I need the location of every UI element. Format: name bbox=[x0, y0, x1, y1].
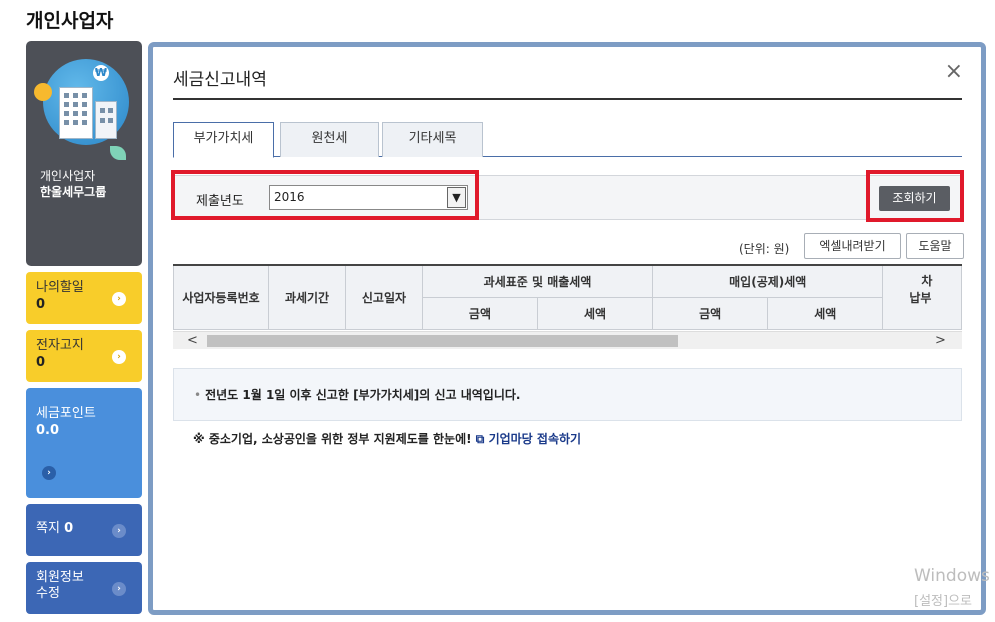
filter-bar: 제출년도 2016 ▼ 조회하기 bbox=[171, 170, 964, 222]
tab-vat[interactable]: 부가가치세 bbox=[173, 122, 274, 158]
header-sales-tax: 과세표준 및 매출세액 bbox=[421, 264, 654, 298]
header-payable-line2: 납부 bbox=[909, 291, 932, 305]
close-icon[interactable]: × bbox=[945, 61, 963, 83]
page-title: 개인사업자 bbox=[26, 10, 114, 32]
chevron-right-icon: › bbox=[42, 466, 56, 480]
help-button[interactable]: 도움말 bbox=[906, 233, 964, 259]
title-divider bbox=[173, 98, 962, 100]
tab-withholding[interactable]: 원천세 bbox=[280, 122, 379, 157]
profile-type: 개인사업자 bbox=[40, 169, 96, 183]
leaf-icon bbox=[110, 146, 126, 160]
subheader-amount: 금액 bbox=[652, 296, 769, 330]
flower-icon bbox=[34, 83, 52, 101]
profile-company: 한울세무그룹 bbox=[40, 185, 107, 199]
tax-points-value: 0.0 bbox=[36, 423, 60, 438]
notice-text: 전년도 1월 1일 이후 신고한 [부가가치세]의 신고 내역입니다. bbox=[205, 388, 521, 402]
tab-bar: 부가가치세 원천세 기타세목 bbox=[173, 122, 962, 158]
header-purchase-tax: 매입(공제)세액 bbox=[652, 264, 884, 298]
tax-report-dialog: 세금신고내역 × 부가가치세 원천세 기타세목 제출년도 2016 ▼ 조회하기… bbox=[148, 42, 986, 615]
subheader-tax: 세액 bbox=[767, 296, 884, 330]
subheader-amount: 금액 bbox=[421, 296, 539, 330]
message-card[interactable]: 쪽지 0 › bbox=[26, 504, 142, 556]
tab-other-taxes[interactable]: 기타세목 bbox=[382, 122, 483, 157]
highlight-box bbox=[171, 170, 479, 220]
chevron-right-icon: › bbox=[112, 524, 126, 538]
bullet-icon: • bbox=[194, 388, 202, 402]
profile-card: ₩ 개인사업자 한울세무그룹 bbox=[26, 41, 142, 266]
biz-portal-link[interactable]: 기업마당 접속하기 bbox=[489, 432, 582, 446]
message-label: 쪽지 bbox=[36, 521, 60, 536]
header-payable-line1: 차 bbox=[921, 274, 933, 288]
building-illustration-icon: ₩ bbox=[43, 59, 129, 145]
todo-card[interactable]: 나의할일 0 › bbox=[26, 272, 142, 324]
message-count: 0 bbox=[64, 521, 74, 536]
windows-watermark: Windows bbox=[914, 566, 990, 586]
subheader-tax: 세액 bbox=[537, 296, 654, 330]
header-report-date: 신고일자 bbox=[344, 264, 423, 330]
dialog-title: 세금신고내역 bbox=[173, 70, 267, 90]
scroll-right-icon[interactable]: > bbox=[935, 332, 946, 350]
scroll-left-icon[interactable]: < bbox=[187, 332, 198, 350]
windows-watermark-sub: [설정]으로 bbox=[914, 594, 972, 609]
highlight-box bbox=[866, 170, 964, 222]
notice-box: • 전년도 1월 1일 이후 신고한 [부가가치세]의 신고 내역입니다. bbox=[173, 368, 962, 421]
chevron-right-icon: › bbox=[112, 582, 126, 596]
promo-line: ※ 중소기업, 소상공인을 위한 정부 지원제도를 한눈에! ⧉ 기업마당 접속… bbox=[193, 430, 581, 447]
tax-points-card[interactable]: 세금포인트 0.0 › bbox=[26, 388, 142, 498]
excel-download-button[interactable]: 엑셀내려받기 bbox=[804, 233, 901, 259]
external-link-icon: ⧉ bbox=[475, 432, 485, 446]
chevron-right-icon: › bbox=[112, 292, 126, 306]
scrollbar-thumb[interactable] bbox=[207, 335, 678, 347]
chevron-right-icon: › bbox=[112, 350, 126, 364]
sidebar: ₩ 개인사업자 한울세무그룹 나의할일 0 › 전자고지 0 › 세금포인트 0… bbox=[26, 41, 142, 614]
member-info-card[interactable]: 회원정보 수정 › bbox=[26, 562, 142, 614]
tax-points-label: 세금포인트 bbox=[36, 406, 96, 421]
horizontal-scrollbar[interactable]: < > bbox=[173, 331, 962, 349]
header-tax-period: 과세기간 bbox=[268, 264, 346, 330]
header-business-number: 사업자등록번호 bbox=[173, 264, 270, 330]
header-payable: 차 납부 bbox=[882, 264, 962, 330]
promo-text: ※ 중소기업, 소상공인을 위한 정부 지원제도를 한눈에! bbox=[193, 432, 472, 446]
e-notice-card[interactable]: 전자고지 0 › bbox=[26, 330, 142, 382]
unit-label: (단위: 원) bbox=[739, 242, 790, 256]
